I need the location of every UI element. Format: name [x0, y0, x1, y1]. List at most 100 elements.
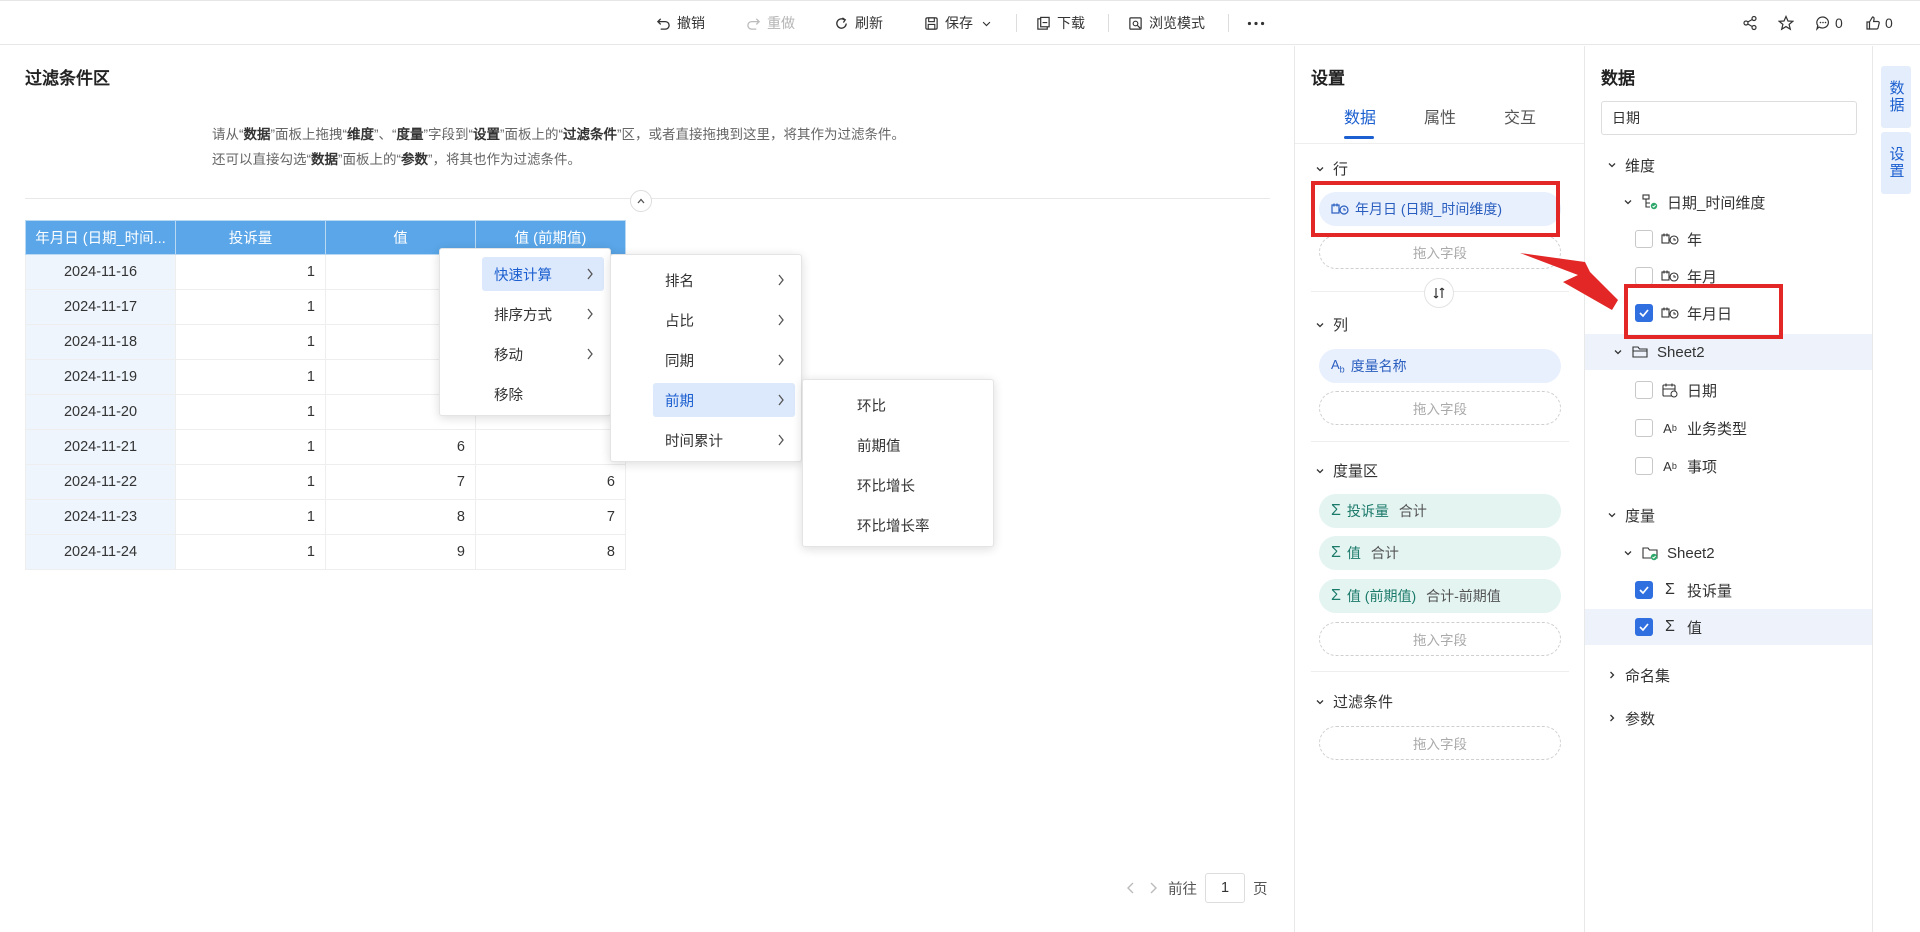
menu-item-mom[interactable]: 环比 — [845, 388, 987, 422]
checkbox-checked[interactable] — [1635, 581, 1653, 599]
cell-date[interactable]: 2024-11-18 — [25, 324, 176, 360]
next-page-icon[interactable] — [1146, 881, 1160, 895]
tree-node-measures[interactable]: 度量 — [1585, 497, 1873, 533]
tree-node-dimensions[interactable]: 维度 — [1585, 147, 1873, 183]
quick-calc-submenu: 排名 占比 同期 前期 时间累计 — [610, 254, 802, 462]
cell-prev-value[interactable]: 7 — [475, 499, 626, 535]
tree-item-complaints[interactable]: Σ 投诉量 — [1585, 572, 1873, 608]
cell-complaints[interactable]: 1 — [175, 324, 326, 360]
like-button[interactable]: 0 — [1865, 12, 1893, 34]
share-button[interactable] — [1742, 12, 1758, 34]
checkbox[interactable] — [1635, 267, 1653, 285]
cell-prev-value[interactable]: 8 — [475, 534, 626, 570]
cell-date[interactable]: 2024-11-24 — [25, 534, 176, 570]
cell-prev-value[interactable]: 6 — [475, 464, 626, 500]
tree-node-parameters[interactable]: 参数 — [1585, 700, 1873, 736]
checkbox-checked[interactable] — [1635, 618, 1653, 636]
measure-pill-complaints[interactable]: Σ 投诉量 合计 — [1319, 494, 1561, 528]
menu-item-move[interactable]: 移动 — [482, 337, 604, 371]
cell-value[interactable]: 7 — [325, 464, 476, 500]
collapse-filter-button[interactable] — [630, 190, 652, 212]
favorite-button[interactable] — [1778, 12, 1794, 34]
cell-complaints[interactable]: 1 — [175, 429, 326, 465]
rail-tab-settings[interactable]: 设置 — [1881, 132, 1911, 194]
refresh-button[interactable]: 刷新 — [834, 12, 883, 34]
cell-complaints[interactable]: 1 — [175, 254, 326, 290]
tree-item-matter[interactable]: Ab 事项 — [1585, 448, 1873, 484]
comments-button[interactable]: 0 — [1815, 12, 1843, 34]
menu-item-rank[interactable]: 排名 — [653, 263, 795, 297]
filter-drop-zone[interactable]: 拖入字段 — [1319, 726, 1561, 760]
chevron-right-icon — [778, 274, 784, 286]
rail-tab-data[interactable]: 数据 — [1881, 66, 1911, 128]
cell-prev-value[interactable] — [475, 429, 626, 465]
tree-node-sheet2-dimensions[interactable]: Sheet2 — [1585, 334, 1873, 370]
tab-data[interactable]: 数据 — [1344, 104, 1376, 128]
menu-item-mom-growth[interactable]: 环比增长 — [845, 468, 987, 502]
download-button[interactable]: 下载 — [1036, 12, 1085, 34]
tree-node-sheet2-measures[interactable]: Sheet2 — [1585, 535, 1873, 571]
checkbox[interactable] — [1635, 230, 1653, 248]
column-header-date[interactable]: 年月日 (日期_时间... — [25, 220, 176, 255]
cell-value[interactable]: 8 — [325, 499, 476, 535]
tab-properties[interactable]: 属性 — [1424, 104, 1456, 128]
menu-item-sort[interactable]: 排序方式 — [482, 297, 604, 331]
pager-goto-label: 前往 — [1168, 881, 1197, 898]
tree-item-date[interactable]: 日期 — [1585, 372, 1873, 408]
tree-node-date-dimension[interactable]: 日期_时间维度 — [1585, 184, 1873, 220]
cell-date[interactable]: 2024-11-22 — [25, 464, 176, 500]
date-field-icon — [1661, 231, 1679, 247]
cell-date[interactable]: 2024-11-19 — [25, 359, 176, 395]
cell-date[interactable]: 2024-11-17 — [25, 289, 176, 325]
tab-interaction[interactable]: 交互 — [1504, 104, 1536, 128]
tree-node-named-sets[interactable]: 命名集 — [1585, 657, 1873, 693]
rows-section-header[interactable]: 行 — [1315, 158, 1348, 179]
menu-item-mom-growth-rate[interactable]: 环比增长率 — [845, 508, 987, 542]
tree-item-business-type[interactable]: Ab 业务类型 — [1585, 410, 1873, 446]
undo-button[interactable]: 撤销 — [656, 12, 705, 34]
measure-pill-prev-value[interactable]: Σ 值 (前期值) 合计-前期值 — [1319, 579, 1561, 613]
filter-section-header[interactable]: 过滤条件 — [1315, 691, 1393, 712]
measure-pill-value[interactable]: Σ 值合计 — [1319, 536, 1561, 570]
cell-value[interactable]: 6 — [325, 429, 476, 465]
cell-complaints[interactable]: 1 — [175, 534, 326, 570]
swap-rows-cols-button[interactable] — [1424, 278, 1454, 308]
columns-section-header[interactable]: 列 — [1315, 314, 1348, 335]
page-number-input[interactable]: 1 — [1205, 873, 1245, 903]
cell-value[interactable]: 9 — [325, 534, 476, 570]
measures-section-header[interactable]: 度量区 — [1315, 460, 1378, 481]
menu-item-percent[interactable]: 占比 — [653, 303, 795, 337]
checkbox[interactable] — [1635, 419, 1653, 437]
tree-item-year[interactable]: 年 — [1585, 221, 1873, 257]
cell-date[interactable]: 2024-11-21 — [25, 429, 176, 465]
menu-item-cumulative[interactable]: 时间累计 — [653, 423, 795, 457]
redo-button[interactable]: 重做 — [746, 12, 795, 34]
checkbox[interactable] — [1635, 381, 1653, 399]
cell-date[interactable]: 2024-11-16 — [25, 254, 176, 290]
menu-item-previous-period[interactable]: 前期 — [653, 383, 795, 417]
menu-item-remove[interactable]: 移除 — [482, 377, 604, 411]
field-search-input[interactable]: 日期 — [1601, 101, 1857, 135]
cell-date[interactable]: 2024-11-23 — [25, 499, 176, 535]
menu-item-quick-calc[interactable]: 快速计算 — [482, 257, 604, 291]
measures-drop-zone[interactable]: 拖入字段 — [1319, 622, 1561, 656]
checkbox[interactable] — [1635, 457, 1653, 475]
menu-item-previous-value[interactable]: 前期值 — [845, 428, 987, 462]
cell-complaints[interactable]: 1 — [175, 394, 326, 430]
cell-complaints[interactable]: 1 — [175, 464, 326, 500]
save-button[interactable]: 保存 — [924, 12, 992, 34]
cell-complaints[interactable]: 1 — [175, 289, 326, 325]
more-button[interactable] — [1246, 12, 1266, 34]
cell-complaints[interactable]: 1 — [175, 359, 326, 395]
prev-page-icon[interactable] — [1124, 881, 1138, 895]
cell-date[interactable]: 2024-11-20 — [25, 394, 176, 430]
column-header-complaints[interactable]: 投诉量 — [175, 220, 326, 255]
columns-field-pill[interactable]: Ab 度量名称 — [1319, 349, 1561, 383]
menu-item-yoy[interactable]: 同期 — [653, 343, 795, 377]
columns-drop-zone[interactable]: 拖入字段 — [1319, 391, 1561, 425]
browse-mode-button[interactable]: 浏览模式 — [1128, 12, 1205, 34]
filter-area-title: 过滤条件区 — [25, 69, 110, 88]
rows-drop-zone[interactable]: 拖入字段 — [1319, 235, 1561, 269]
tree-item-value[interactable]: Σ 值 — [1585, 609, 1873, 645]
cell-complaints[interactable]: 1 — [175, 499, 326, 535]
